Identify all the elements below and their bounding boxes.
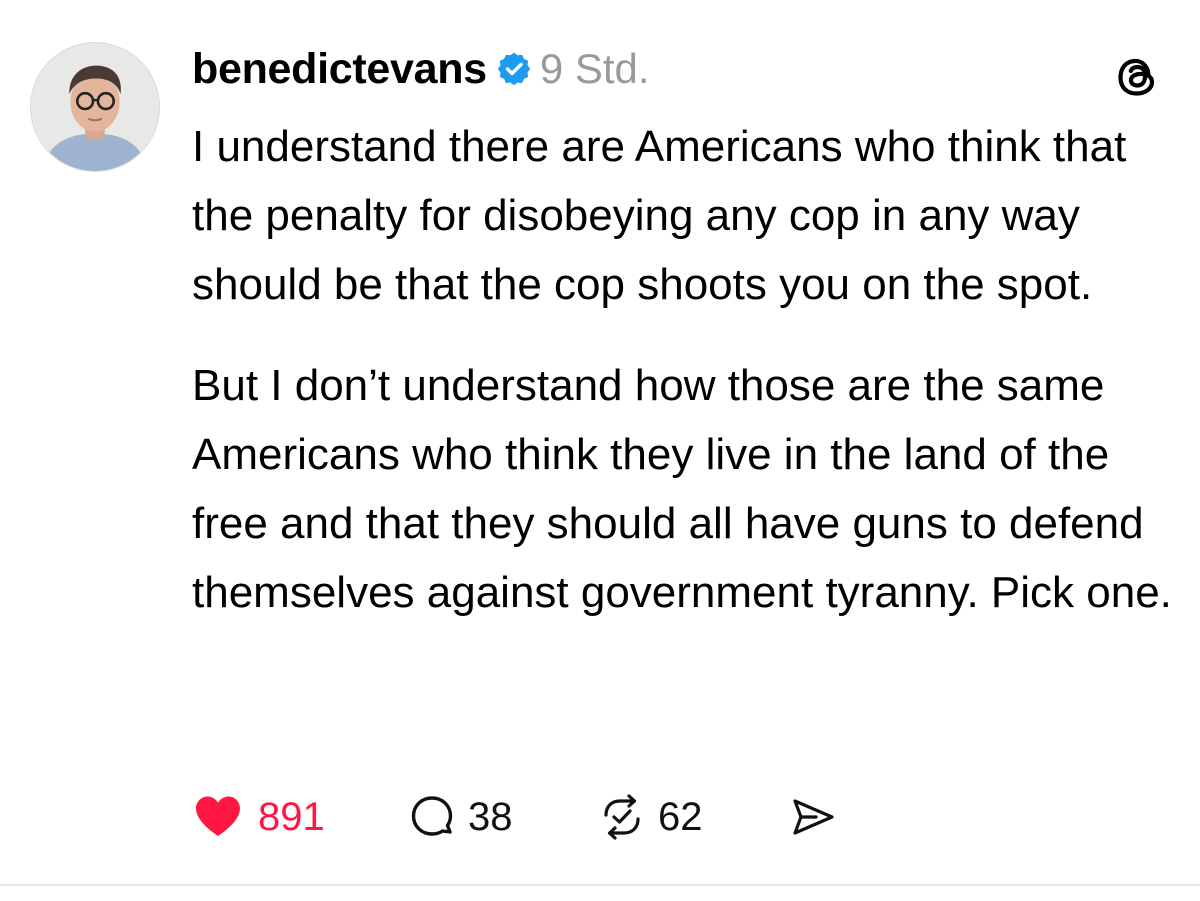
repost-count: 62 xyxy=(658,794,703,839)
comment-count: 38 xyxy=(468,794,513,839)
repost-icon xyxy=(596,791,648,843)
avatar[interactable] xyxy=(30,42,160,172)
threads-logo-icon xyxy=(1112,52,1162,102)
post-time: 9 Std. xyxy=(539,45,650,92)
comment-button[interactable]: 38 xyxy=(406,789,513,845)
like-button[interactable]: 891 xyxy=(192,789,325,845)
post-actions: 891 38 62 xyxy=(192,789,892,845)
threads-post: benedictevans 9 Std. I understand there … xyxy=(0,0,1200,901)
like-count: 891 xyxy=(258,794,325,839)
comment-icon xyxy=(406,791,458,843)
post-body: I understand there are Americans who thi… xyxy=(192,112,1172,627)
post-header: benedictevans 9 Std. xyxy=(192,44,650,94)
share-icon xyxy=(786,791,838,843)
post-paragraph: I understand there are Americans who thi… xyxy=(192,122,1127,309)
verified-badge-icon xyxy=(497,52,531,86)
heart-icon xyxy=(192,791,244,843)
avatar-portrait xyxy=(31,43,159,171)
share-button[interactable] xyxy=(786,789,838,845)
username[interactable]: benedictevans xyxy=(192,45,487,94)
post-paragraph: But I don’t understand how those are the… xyxy=(192,361,1172,617)
repost-button[interactable]: 62 xyxy=(596,789,703,845)
divider xyxy=(0,884,1200,886)
